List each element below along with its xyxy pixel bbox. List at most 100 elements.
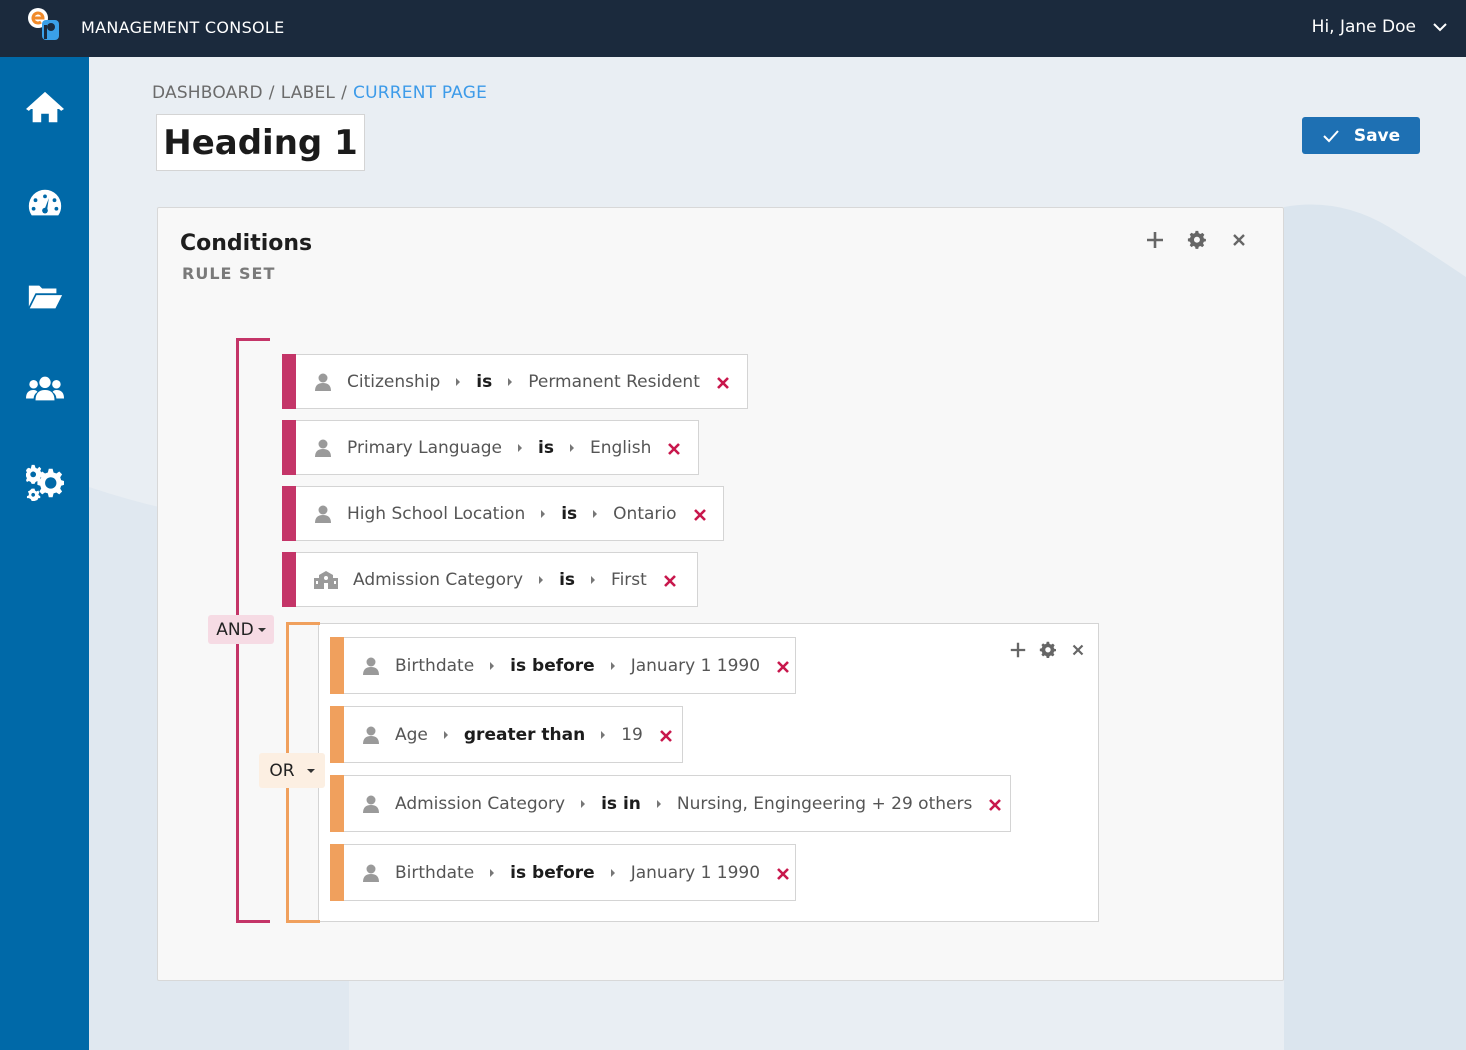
rule-value[interactable]: English xyxy=(590,438,651,458)
delete-rule-icon[interactable] xyxy=(716,375,730,389)
rule-value[interactable]: First xyxy=(611,570,647,590)
rule-row: Birthdate is before January 1 1990 xyxy=(330,844,796,901)
person-icon xyxy=(313,438,333,458)
person-icon xyxy=(313,504,333,524)
delete-rule-icon[interactable] xyxy=(988,797,1002,811)
rule-accent-bar xyxy=(330,844,344,901)
delete-rule-icon[interactable] xyxy=(693,507,707,521)
gear-icon xyxy=(1187,230,1206,249)
rule-operator[interactable]: is xyxy=(476,372,492,392)
delete-rule-icon[interactable] xyxy=(776,866,790,880)
rule-field[interactable]: High School Location xyxy=(347,504,525,524)
rule-field[interactable]: Primary Language xyxy=(347,438,502,458)
breadcrumb-dashboard[interactable]: DASHBOARD xyxy=(152,83,263,103)
close-button[interactable] xyxy=(1228,229,1250,251)
check-icon xyxy=(1323,129,1339,142)
rule-value[interactable]: Ontario xyxy=(613,504,676,524)
sidebar xyxy=(0,57,89,1050)
rule-row: Birthdate is before January 1 1990 xyxy=(330,637,796,694)
save-button-label: Save xyxy=(1353,125,1401,146)
rule-operator[interactable]: is before xyxy=(510,863,595,883)
person-icon xyxy=(361,863,381,883)
dashboard-icon xyxy=(28,189,61,216)
rule-row: Admission Category is First xyxy=(282,552,698,607)
rule-accent-bar xyxy=(330,706,344,763)
or-operator-dropdown[interactable]: OR xyxy=(259,753,325,788)
add-condition-button[interactable] xyxy=(1144,229,1166,251)
user-menu[interactable]: Hi, Jane Doe xyxy=(1312,17,1448,37)
user-greeting: Hi, Jane Doe xyxy=(1311,17,1416,37)
rule-accent-bar xyxy=(282,354,296,409)
rule-row: High School Location is Ontario xyxy=(282,486,724,541)
add-group-condition-button[interactable] xyxy=(1008,640,1028,660)
card-toolbar xyxy=(1144,229,1250,251)
rule-field[interactable]: Admission Category xyxy=(353,570,523,590)
caret-down-icon xyxy=(257,627,266,632)
settings-button[interactable] xyxy=(1186,229,1208,251)
caret-right-icon xyxy=(593,509,598,518)
close-icon xyxy=(1233,234,1245,246)
gear-icon xyxy=(1039,641,1057,659)
sidebar-item-home[interactable] xyxy=(0,79,89,139)
delete-rule-icon[interactable] xyxy=(776,659,790,673)
rule-operator[interactable]: is xyxy=(559,570,575,590)
save-button[interactable]: Save xyxy=(1302,117,1420,154)
person-icon xyxy=(361,794,381,814)
caret-down-icon xyxy=(306,768,315,773)
caret-right-icon xyxy=(443,730,448,739)
rule-value[interactable]: January 1 1990 xyxy=(631,656,760,676)
caret-right-icon xyxy=(581,799,586,808)
rule-row: Admission Category is in Nursing, Enging… xyxy=(330,775,1011,832)
group-settings-button[interactable] xyxy=(1038,640,1058,660)
group-toolbar xyxy=(1008,640,1088,660)
caret-right-icon xyxy=(610,868,615,877)
rule-operator[interactable]: greater than xyxy=(464,725,585,745)
caret-right-icon xyxy=(569,443,574,452)
rule-operator[interactable]: is xyxy=(538,438,554,458)
delete-rule-icon[interactable] xyxy=(659,728,673,742)
rule-row: Primary Language is English xyxy=(282,420,699,475)
delete-rule-icon[interactable] xyxy=(663,573,677,587)
rule-accent-bar xyxy=(282,486,296,541)
ep-logo-icon[interactable] xyxy=(26,6,62,42)
rule-value[interactable]: January 1 1990 xyxy=(631,863,760,883)
rule-operator[interactable]: is xyxy=(561,504,577,524)
plus-icon xyxy=(1010,642,1026,658)
caret-right-icon xyxy=(591,575,596,584)
sidebar-item-files[interactable] xyxy=(0,267,89,327)
sidebar-item-users[interactable] xyxy=(0,359,89,419)
rule-value[interactable]: Nursing, Engingeering + 29 others xyxy=(677,794,972,814)
person-icon xyxy=(361,725,381,745)
breadcrumb-separator: / xyxy=(268,83,275,103)
group-close-button[interactable] xyxy=(1068,640,1088,660)
school-icon xyxy=(313,570,339,590)
rule-value[interactable]: Permanent Resident xyxy=(528,372,700,392)
rule-field[interactable]: Admission Category xyxy=(395,794,565,814)
rule-field[interactable]: Birthdate xyxy=(395,656,474,676)
rule-field[interactable]: Age xyxy=(395,725,428,745)
folder-icon xyxy=(28,285,62,309)
chevron-down-icon xyxy=(1433,23,1447,32)
top-bar: MANAGEMENT CONSOLE Hi, Jane Doe xyxy=(0,0,1466,57)
gears-icon xyxy=(25,464,64,501)
rule-field[interactable]: Citizenship xyxy=(347,372,440,392)
caret-right-icon xyxy=(490,661,495,670)
sidebar-item-dashboard[interactable] xyxy=(0,174,89,234)
and-label: AND xyxy=(216,619,254,640)
or-label: OR xyxy=(269,760,295,781)
caret-right-icon xyxy=(541,509,546,518)
rule-operator[interactable]: is in xyxy=(601,794,641,814)
breadcrumb-separator: / xyxy=(341,83,348,103)
sidebar-item-settings[interactable] xyxy=(0,452,89,512)
plus-icon xyxy=(1147,232,1163,248)
and-operator-dropdown[interactable]: AND xyxy=(208,615,274,644)
rule-operator[interactable]: is before xyxy=(510,656,595,676)
card-subtitle: RULE SET xyxy=(182,264,276,283)
rule-accent-bar xyxy=(330,637,344,694)
breadcrumb-label[interactable]: LABEL xyxy=(281,83,335,103)
delete-rule-icon[interactable] xyxy=(667,441,681,455)
rule-field[interactable]: Birthdate xyxy=(395,863,474,883)
home-icon xyxy=(25,91,64,123)
page-title: Heading 1 xyxy=(163,122,358,163)
rule-value[interactable]: 19 xyxy=(621,725,643,745)
